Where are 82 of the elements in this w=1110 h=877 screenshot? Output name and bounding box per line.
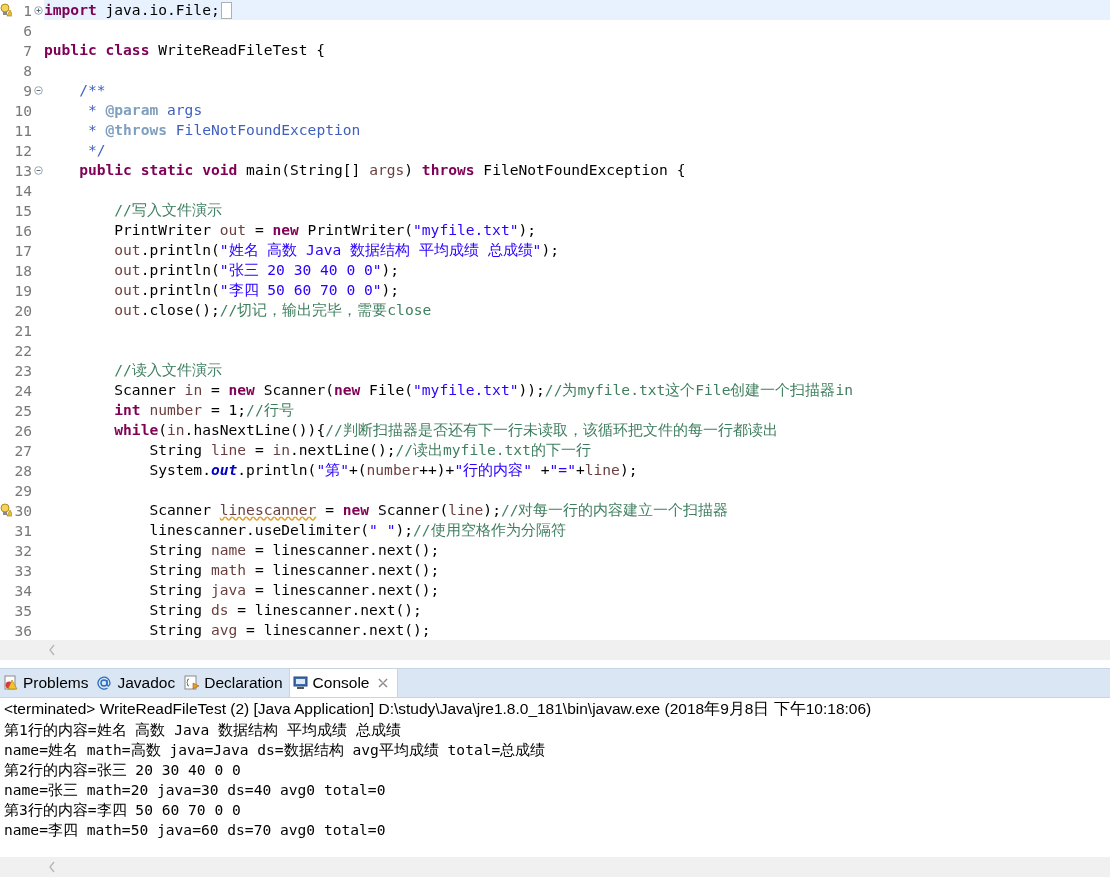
line-number: 10 bbox=[13, 101, 32, 119]
code-line: out.println("张三 20 30 40 0 0"); bbox=[113, 260, 400, 280]
code-line: out.close();//切记，输出完毕，需要close bbox=[113, 300, 432, 320]
code-line: import java.io.File; bbox=[44, 0, 220, 20]
code-line: //读入文件演示 bbox=[113, 360, 222, 380]
line-number: 11 bbox=[13, 121, 32, 139]
declaration-icon bbox=[184, 675, 201, 691]
line-number: 31 bbox=[13, 521, 32, 539]
code-line: * @throws FileNotFoundException bbox=[86, 120, 361, 140]
console-output-line: name=姓名 math=高数 java=Java ds=数据结构 avg平均成绩 total=总成绩 bbox=[3, 740, 547, 760]
code-line: public static void main(String[] args) throws FileNotFoundException { bbox=[78, 160, 686, 180]
panel-tab[interactable]: Declaration bbox=[181, 669, 289, 697]
scroll-left-icon[interactable] bbox=[48, 644, 56, 656]
line-number: 36 bbox=[13, 621, 32, 639]
code-line: String java = linescanner.next(); bbox=[148, 580, 440, 600]
line-number: 35 bbox=[13, 601, 32, 619]
expand-icon[interactable] bbox=[33, 5, 43, 15]
line-number: 7 bbox=[22, 41, 32, 59]
line-number: 34 bbox=[13, 581, 32, 599]
code-line: * @param args bbox=[86, 100, 203, 120]
code-line: Scanner linescanner = new Scanner(line);//对每一行的内容建立一个扫描器 bbox=[148, 500, 729, 520]
code-line: String avg = linescanner.next(); bbox=[148, 620, 431, 640]
console-output-line: name=李四 math=50 java=60 ds=70 avg0 total=0 bbox=[3, 820, 387, 840]
console-header: <terminated> WriteReadFileTest (2) [Java Application] D:\study\Java\jre1.8.0_181\bin\javaw.exe (2018年9月8日 下午10:18:06) bbox=[0, 697, 1110, 720]
line-number: 1 bbox=[22, 1, 32, 19]
line-number: 25 bbox=[13, 401, 32, 419]
code-line: PrintWriter out = new PrintWriter("myfile.txt"); bbox=[113, 220, 537, 240]
line-number: 32 bbox=[13, 541, 32, 559]
line-number: 16 bbox=[13, 221, 32, 239]
line-number: 19 bbox=[13, 281, 32, 299]
line-number: 12 bbox=[13, 141, 32, 159]
horizontal-scrollbar[interactable] bbox=[0, 640, 1110, 660]
line-number: 21 bbox=[13, 321, 32, 339]
line-number: 23 bbox=[13, 361, 32, 379]
code-line: System.out.println("第"+(number++)+"行的内容" +"="+line); bbox=[148, 460, 638, 480]
line-number: 13 bbox=[13, 161, 32, 179]
folded-code-marker[interactable] bbox=[220, 1, 232, 19]
monitor-icon bbox=[292, 675, 309, 691]
collapse-icon[interactable] bbox=[33, 165, 43, 175]
line-number: 6 bbox=[22, 21, 32, 39]
code-line: /** bbox=[78, 80, 106, 100]
close-icon[interactable] bbox=[377, 677, 390, 689]
line-number: 20 bbox=[13, 301, 32, 319]
line-number: 27 bbox=[13, 441, 32, 459]
console-output-line: 第1行的内容=姓名 高数 Java 数据结构 平均成绩 总成绩 bbox=[3, 720, 402, 740]
collapse-icon[interactable] bbox=[33, 85, 43, 95]
code-line: while(in.hasNextLine()){//判断扫描器是否还有下一行未读取，该循环把文件的每一行都读出 bbox=[113, 420, 778, 440]
code-line: */ bbox=[86, 140, 106, 160]
line-number: 14 bbox=[13, 181, 32, 199]
line-number: 24 bbox=[13, 381, 32, 399]
line-number: 15 bbox=[13, 201, 32, 219]
line-number: 22 bbox=[13, 341, 32, 359]
code-line: String math = linescanner.next(); bbox=[148, 560, 440, 580]
line-number: 18 bbox=[13, 261, 32, 279]
problems-icon bbox=[3, 675, 19, 691]
panel-tab[interactable]: Javadoc bbox=[94, 669, 182, 697]
code-line: Scanner in = new Scanner(new File("myfile.txt"));//为myfile.txt这个File创建一个扫描器in bbox=[113, 380, 853, 400]
console-output-line: 第3行的内容=李四 50 60 70 0 0 bbox=[3, 800, 242, 820]
code-line: linescanner.useDelimiter(" ");//使用空格作为分隔符 bbox=[148, 520, 566, 540]
line-number: 17 bbox=[13, 241, 32, 259]
console-output-line: 第2行的内容=张三 20 30 40 0 0 bbox=[3, 760, 242, 780]
code-line: out.println("姓名 高数 Java 数据结构 平均成绩 总成绩"); bbox=[113, 240, 559, 260]
line-number: 26 bbox=[13, 421, 32, 439]
line-number: 9 bbox=[22, 81, 32, 99]
code-line: public class WriteReadFileTest { bbox=[44, 40, 326, 60]
panel-tab[interactable]: Problems bbox=[0, 669, 95, 697]
code-line: out.println("李四 50 60 70 0 0"); bbox=[113, 280, 400, 300]
at-sign-icon bbox=[97, 675, 114, 691]
console-output-line: name=张三 math=20 java=30 ds=40 avg0 total=0 bbox=[3, 780, 387, 800]
scroll-left-icon[interactable] bbox=[48, 861, 56, 873]
panel-tab[interactable]: Console bbox=[288, 669, 399, 697]
code-line: String line = in.nextLine();//读出myfile.txt的下一行 bbox=[148, 440, 591, 460]
horizontal-scrollbar[interactable] bbox=[0, 857, 1110, 877]
line-number: 33 bbox=[13, 561, 32, 579]
line-number: 8 bbox=[22, 61, 32, 79]
code-line: //写入文件演示 bbox=[113, 200, 222, 220]
code-line: String name = linescanner.next(); bbox=[148, 540, 440, 560]
line-number: 29 bbox=[13, 481, 32, 499]
code-line: int number = 1;//行号 bbox=[113, 400, 294, 420]
code-line: String ds = linescanner.next(); bbox=[148, 600, 422, 620]
line-number: 30 bbox=[13, 501, 32, 519]
line-number: 28 bbox=[13, 461, 32, 479]
